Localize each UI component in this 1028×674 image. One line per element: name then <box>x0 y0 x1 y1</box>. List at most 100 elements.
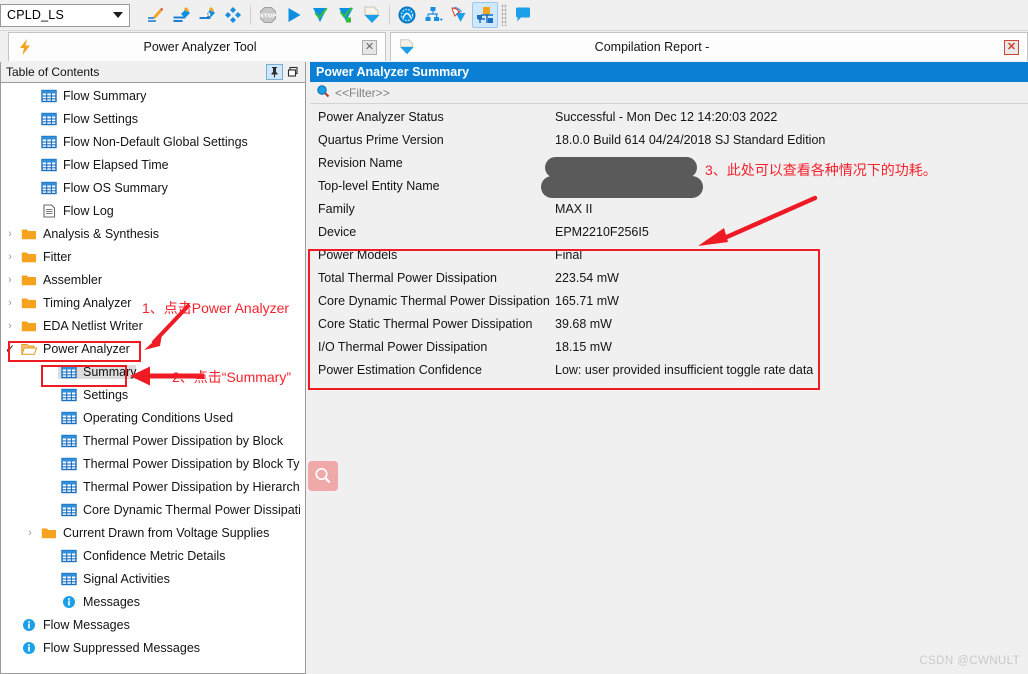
toc-item-flow-suppressed-messages[interactable]: Flow Suppressed Messages <box>2 636 300 659</box>
toc-item-fitter[interactable]: › Fitter <box>2 245 300 268</box>
chevron-right-icon[interactable]: › <box>2 297 18 309</box>
check-icon[interactable]: ✓ <box>2 342 18 356</box>
project-revision-combo[interactable]: CPLD_LS <box>0 3 130 27</box>
toc-item-label: Assembler <box>43 272 103 287</box>
report-row[interactable]: Core Static Thermal Power Dissipation 39.… <box>310 312 1028 335</box>
toc-item-power-analyzer[interactable]: ✓ Power Analyzer <box>2 337 300 360</box>
table-icon <box>38 112 60 126</box>
toc-item-operating-conditions-used[interactable]: Operating Conditions Used <box>2 406 300 429</box>
toc-item-label: Signal Activities <box>83 571 170 586</box>
report-row[interactable]: Power Models Final <box>310 243 1028 266</box>
toc-item-flow-settings[interactable]: Flow Settings <box>2 107 300 130</box>
report-row[interactable]: Core Dynamic Thermal Power Dissipation 16… <box>310 289 1028 312</box>
toc-item-label: Operating Conditions Used <box>83 410 234 425</box>
tab-compilation-report[interactable]: Compilation Report - ✕ <box>390 32 1028 61</box>
document-icon <box>38 203 60 218</box>
toc-item-messages[interactable]: Messages <box>2 590 300 613</box>
toc-item-flow-log[interactable]: Flow Log <box>2 199 300 222</box>
toc-item-label: Flow Non-Default Global Settings <box>63 134 248 149</box>
report-row-value: Final <box>555 247 583 262</box>
fitter-icon[interactable]: 1 <box>194 2 220 28</box>
report-row[interactable]: Device EPM2210F256I5 <box>310 220 1028 243</box>
toc-item-confidence-metric-details[interactable]: Confidence Metric Details <box>2 544 300 567</box>
filter-placeholder: <<Filter>> <box>335 85 390 100</box>
toc-title: Table of Contents <box>6 65 100 79</box>
folder-icon <box>18 319 40 333</box>
toc-item-current-drawn-from-voltage-supplies[interactable]: › Current Drawn from Voltage Supplies <box>2 521 300 544</box>
table-icon <box>38 158 60 172</box>
toolbar-separator <box>389 5 390 25</box>
power-analyzer-icon[interactable] <box>472 2 498 28</box>
toc-item-flow-summary[interactable]: Flow Summary <box>2 84 300 107</box>
report-row-key: Core Dynamic Thermal Power Dissipation <box>318 293 550 308</box>
info-icon <box>58 595 80 609</box>
report-title: Power Analyzer Summary <box>310 62 1028 82</box>
toc-item-signal-activities[interactable]: Signal Activities <box>2 567 300 590</box>
toc-item-label: Thermal Power Dissipation by Block <box>83 433 284 448</box>
toc-item-flow-elapsed-time[interactable]: Flow Elapsed Time <box>2 153 300 176</box>
chevron-right-icon[interactable]: › <box>22 527 38 539</box>
toc-item-label: Flow OS Summary <box>63 180 168 195</box>
chat-bubble-icon[interactable] <box>510 2 536 28</box>
report-row-value: 18.15 mW <box>555 339 612 354</box>
restore-window-icon[interactable] <box>285 64 301 80</box>
report-row-key: Power Models <box>318 247 398 262</box>
toc-item-label: Flow Settings <box>63 111 139 126</box>
close-icon[interactable]: ✕ <box>362 39 377 55</box>
compile-design-icon[interactable] <box>142 2 168 28</box>
close-icon[interactable]: ✕ <box>1004 39 1019 55</box>
report-grid: Power Analyzer Status Successful - Mon De… <box>310 105 1028 381</box>
timing-analyzer-icon[interactable] <box>394 2 420 28</box>
toc-item-thermal-power-dissipation-by-block[interactable]: Thermal Power Dissipation by Block <box>2 429 300 452</box>
chevron-right-icon[interactable]: › <box>2 274 18 286</box>
toc-item-label: Thermal Power Dissipation by Hierarchy <box>83 479 300 494</box>
report-row[interactable]: Quartus Prime Version 18.0.0 Build 614 04… <box>310 128 1028 151</box>
report-row[interactable]: Power Analyzer Status Successful - Mon De… <box>310 105 1028 128</box>
toc-item-label: Current Drawn from Voltage Supplies <box>63 525 270 540</box>
folder-icon <box>18 227 40 241</box>
chevron-right-icon[interactable]: › <box>2 251 18 263</box>
report-row-value: MAX II <box>555 201 593 216</box>
toc-item-flow-messages[interactable]: Flow Messages <box>2 613 300 636</box>
report-row-key: Family <box>318 201 355 216</box>
annotation-step-2: 2、点击“Summary” <box>172 369 292 385</box>
report-row[interactable]: I/O Thermal Power Dissipation 18.15 mW <box>310 335 1028 358</box>
report-row[interactable]: Total Thermal Power Dissipation 223.54 mW <box>310 266 1028 289</box>
analysis-synthesis-icon[interactable] <box>168 2 194 28</box>
tab-power-analyzer-tool[interactable]: Power Analyzer Tool ✕ <box>8 32 386 61</box>
annotation-step-1: 1、点击Power Analyzer <box>142 300 290 316</box>
toc-item-thermal-power-dissipation-by-block-type[interactable]: Thermal Power Dissipation by Block Type <box>2 452 300 475</box>
report-row-key: Core Static Thermal Power Dissipation <box>318 316 533 331</box>
check-green-icon[interactable] <box>333 2 359 28</box>
toc-item-assembler[interactable]: › Assembler <box>2 268 300 291</box>
toc-item-flow-non-default-global-settings[interactable]: Flow Non-Default Global Settings <box>2 130 300 153</box>
signal-tap-icon[interactable] <box>446 2 472 28</box>
stop-icon[interactable]: STOP <box>255 2 281 28</box>
folder-icon <box>18 273 40 287</box>
report-row[interactable]: Power Estimation Confidence Low: user pro… <box>310 358 1028 381</box>
table-icon <box>58 388 80 402</box>
zoom-tool-button[interactable] <box>308 461 338 491</box>
toc-item-core-dynamic-thermal-power-dissipation-by[interactable]: Core Dynamic Thermal Power Dissipation b… <box>2 498 300 521</box>
toc-item-label: Timing Analyzer <box>43 295 132 310</box>
programmer-icon[interactable] <box>359 2 385 28</box>
table-icon <box>58 457 80 471</box>
lightning-icon <box>12 38 38 56</box>
chevron-right-icon[interactable]: › <box>2 228 18 240</box>
project-revision-value: CPLD_LS <box>7 8 64 22</box>
report-row-key: I/O Thermal Power Dissipation <box>318 339 488 354</box>
table-icon <box>38 181 60 195</box>
report-row-key: Revision Name <box>318 155 403 170</box>
chevron-right-icon[interactable]: › <box>2 320 18 332</box>
report-row[interactable]: Family MAX II <box>310 197 1028 220</box>
toc-item-flow-os-summary[interactable]: Flow OS Summary <box>2 176 300 199</box>
toc-item-thermal-power-dissipation-by-hierarchy[interactable]: Thermal Power Dissipation by Hierarchy <box>2 475 300 498</box>
toc-item-analysis-synthesis[interactable]: › Analysis & Synthesis <box>2 222 300 245</box>
start-compilation-icon[interactable] <box>281 2 307 28</box>
report-filter-bar[interactable]: <<Filter>> <box>310 82 1028 104</box>
pin-icon[interactable] <box>266 64 283 80</box>
check-icon[interactable] <box>307 2 333 28</box>
assembler-icon[interactable] <box>220 2 246 28</box>
netlist-viewer-icon[interactable] <box>420 2 446 28</box>
toolbar-grip[interactable] <box>501 4 507 26</box>
